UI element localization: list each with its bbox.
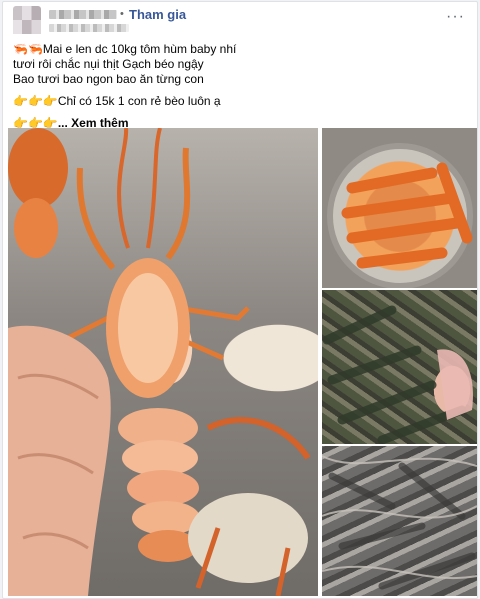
separator-dot: • — [120, 8, 124, 20]
photo-lobster-pile[interactable] — [322, 446, 477, 596]
photo-live-lobsters[interactable] — [322, 290, 477, 444]
post-meta-redacted — [49, 24, 129, 32]
lobster-pile-illustration — [322, 455, 477, 590]
post-line-2: tươi rôi chắc nụi thịt Gạch béo ngậy — [13, 57, 204, 71]
post-line-4: 👉👉👉Chỉ có 15k 1 con rẻ bèo luôn ạ — [13, 94, 221, 108]
author-name-redacted[interactable] — [49, 10, 117, 19]
post-card: • Tham gia ··· 🦐🦐Mai e len dc 10kg tôm h… — [2, 1, 478, 599]
post-line-3: Bao tươi bao ngon bao ăn từng con — [13, 72, 204, 86]
join-group-link[interactable]: Tham gia — [129, 7, 186, 22]
steamer-illustration — [327, 143, 473, 288]
post-header: • Tham gia ··· — [3, 2, 477, 38]
pointing-hands-icon: 👉👉👉 — [13, 94, 58, 108]
photo-steamer-lobsters[interactable] — [322, 128, 477, 288]
live-lobsters-illustration — [322, 305, 473, 444]
post-line-1: 🦐🦐Mai e len dc 10kg tôm hùm baby nhí — [13, 42, 237, 56]
author-avatar[interactable] — [13, 6, 41, 34]
lobster-illustration — [8, 128, 311, 596]
more-options-icon[interactable]: ··· — [446, 8, 465, 26]
shrimp-emoji-icon: 🦐🦐 — [13, 42, 43, 56]
photo-main-lobster[interactable] — [8, 128, 318, 596]
